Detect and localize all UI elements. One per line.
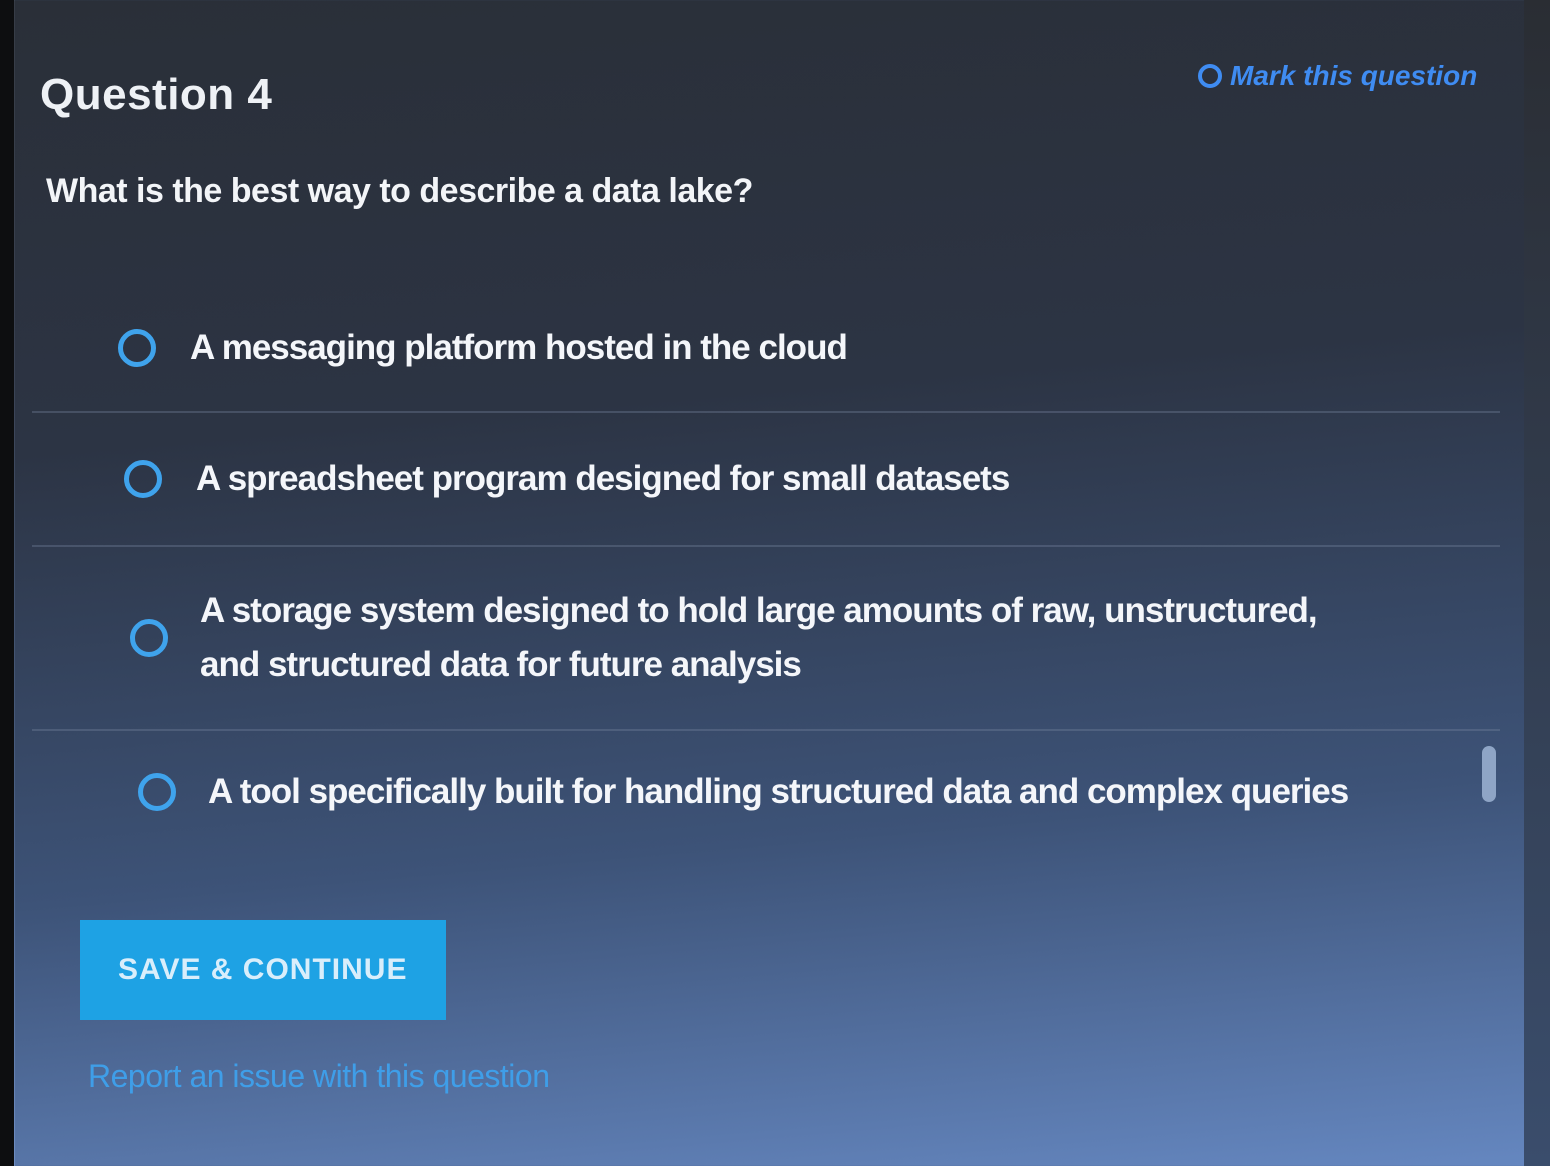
answer-option-label[interactable]: A messaging platform hosted in the cloud [190,321,848,375]
answer-option-label[interactable]: A tool specifically built for handling s… [208,765,1349,819]
save-continue-button[interactable]: SAVE & CONTINUE [80,920,446,1020]
mark-question-toggle[interactable]: Mark this question [1198,60,1477,92]
answer-option-label[interactable]: A spreadsheet program designed for small… [196,452,1010,506]
answer-option-2[interactable]: A spreadsheet program designed for small… [32,413,1500,547]
answer-option-3[interactable]: A storage system designed to hold large … [32,547,1500,731]
answer-option-4[interactable]: A tool specifically built for handling s… [32,731,1500,853]
radio-button-icon[interactable] [118,329,156,367]
scrollbar-thumb[interactable] [1482,746,1496,802]
screen-bezel-right [1524,0,1550,1166]
answer-option-1[interactable]: A messaging platform hosted in the cloud [32,285,1500,413]
question-text: What is the best way to describe a data … [46,172,753,210]
radio-button-icon[interactable] [130,619,168,657]
answer-option-label[interactable]: A storage system designed to hold large … [200,584,1380,692]
question-title: Question 4 [40,70,273,119]
report-issue-link[interactable]: Report an issue with this question [88,1058,550,1095]
answer-options: A messaging platform hosted in the cloud… [32,285,1500,853]
radio-button-icon[interactable] [138,773,176,811]
radio-button-icon[interactable] [124,460,162,498]
mark-radio-icon[interactable] [1198,64,1222,88]
mark-question-label[interactable]: Mark this question [1230,60,1477,92]
screen-bezel-left [0,0,14,1166]
